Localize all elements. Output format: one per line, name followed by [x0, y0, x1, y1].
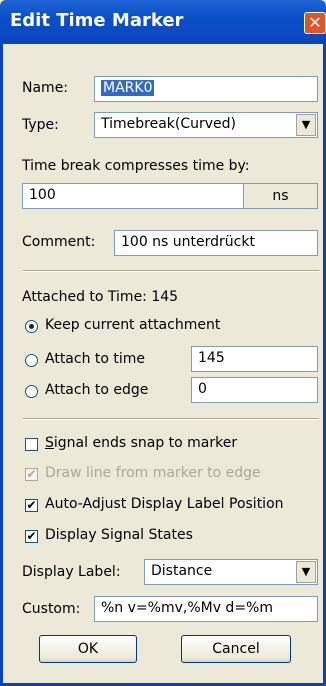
- compress-value: 100: [29, 187, 56, 203]
- type-value: Timebreak(Curved): [101, 116, 237, 132]
- title-bar[interactable]: Edit Time Marker ✕: [0, 0, 326, 44]
- comment-label: Comment:: [22, 234, 96, 250]
- radio-keep-label: Keep current attachment: [45, 317, 221, 333]
- name-label: Name:: [22, 80, 69, 96]
- check-icon: ✔: [26, 467, 37, 481]
- drawline-label: Draw line from marker to edge: [45, 465, 261, 481]
- snap-checkbox[interactable]: [25, 438, 38, 451]
- autoadjust-checkbox[interactable]: ✔: [25, 499, 38, 512]
- attach-time-value: 145: [198, 350, 225, 366]
- check-icon: ✔: [26, 529, 37, 543]
- custom-input[interactable]: %n v=%mv,%Mv d=%m: [94, 596, 318, 622]
- close-icon: ✕: [308, 13, 322, 32]
- compress-unit: ns: [243, 183, 318, 209]
- custom-label: Custom:: [22, 601, 81, 617]
- close-button[interactable]: ✕: [304, 12, 326, 34]
- snap-label-rest: ignal ends snap to marker: [53, 435, 238, 451]
- compress-label: Time break compresses time by:: [22, 158, 250, 174]
- radio-attach-time[interactable]: [25, 354, 38, 367]
- autoadjust-label: Auto-Adjust Display Label Position: [45, 496, 284, 512]
- signalstates-checkbox[interactable]: ✔: [25, 530, 38, 543]
- chevron-down-icon[interactable]: ▼: [296, 114, 316, 136]
- display-label-value: Distance: [151, 563, 213, 579]
- display-label-label: Display Label:: [22, 564, 121, 580]
- custom-value: %n v=%mv,%Mv d=%m: [101, 600, 273, 616]
- radio-attach-edge[interactable]: [25, 385, 38, 398]
- dialog-title: Edit Time Marker: [10, 10, 184, 31]
- display-label-select[interactable]: Distance ▼: [144, 559, 318, 585]
- check-icon: ✔: [26, 498, 37, 512]
- name-value: MARK0: [101, 80, 155, 96]
- name-input[interactable]: MARK0: [94, 76, 318, 102]
- attach-edge-value: 0: [198, 381, 207, 397]
- attach-time-input[interactable]: 145: [191, 346, 318, 372]
- signalstates-label: Display Signal States: [45, 527, 193, 543]
- radio-keep-attachment[interactable]: [25, 320, 38, 333]
- chevron-down-icon[interactable]: ▼: [296, 561, 316, 583]
- snap-label-accel: S: [45, 435, 54, 451]
- radio-attach-edge-label: Attach to edge: [45, 382, 149, 398]
- comment-value: 100 ns unterdrückt: [121, 234, 255, 250]
- dialog-body: Name: MARK0 Type: Timebreak(Curved) ▼ Ti…: [0, 44, 326, 686]
- type-label: Type:: [22, 117, 59, 133]
- snap-label: Signal ends snap to marker: [45, 435, 237, 451]
- radio-dot: [29, 324, 34, 329]
- edit-time-marker-dialog: Edit Time Marker ✕ Name: MARK0 Type: Tim…: [0, 0, 326, 686]
- cancel-button[interactable]: Cancel: [181, 635, 291, 663]
- type-select[interactable]: Timebreak(Curved) ▼: [94, 112, 318, 138]
- separator: [23, 418, 319, 420]
- separator: [23, 270, 319, 272]
- drawline-checkbox[interactable]: ✔: [25, 468, 38, 481]
- attached-label: Attached to Time: 145: [22, 289, 179, 305]
- radio-attach-time-label: Attach to time: [45, 351, 146, 367]
- attach-edge-input[interactable]: 0: [191, 377, 318, 403]
- comment-input[interactable]: 100 ns unterdrückt: [114, 230, 318, 256]
- ok-button[interactable]: OK: [39, 635, 137, 663]
- compress-input[interactable]: 100: [22, 183, 244, 209]
